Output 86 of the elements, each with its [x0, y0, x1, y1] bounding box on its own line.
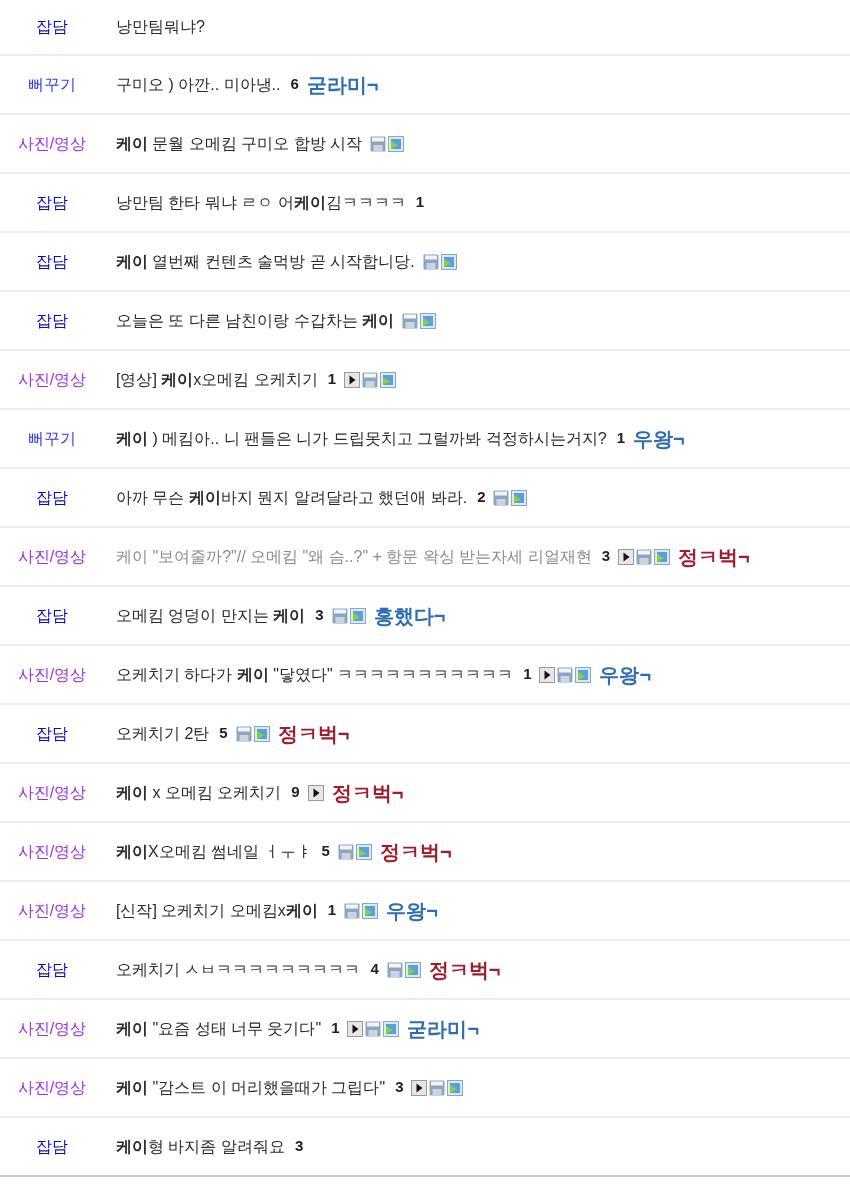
category-label: 사진/영상 — [17, 664, 87, 685]
post-title-link[interactable]: 오메킴 엉덩이 만지는 케이 — [116, 603, 306, 628]
post-title-link[interactable]: 아까 무슨 케이바지 뭔지 알려달라고 했던애 봐라. — [116, 485, 468, 510]
category-label: 사진/영상 — [17, 546, 87, 567]
comment-count: 1 — [523, 664, 532, 685]
category-label: 뻐꾸기 — [28, 74, 76, 95]
play-icon — [618, 548, 634, 565]
nickname-label: 정ㅋ벅¬ — [428, 959, 501, 980]
comment-count: 1 — [327, 369, 337, 390]
image-icon — [654, 548, 670, 565]
nickname-label: 우왕¬ — [386, 900, 438, 921]
comment-count: 1 — [415, 192, 425, 213]
category-label: 사진/영상 — [17, 1018, 87, 1039]
play-icon — [539, 666, 556, 683]
category-label: 뻐꾸기 — [28, 428, 76, 449]
nickname-label: 홍했다¬ — [373, 605, 446, 626]
image-icon — [511, 489, 528, 506]
post-title-link[interactable]: [영상] 케이x오메킴 오케치기 — [116, 367, 318, 392]
category-label: 잡담 — [36, 723, 68, 744]
nickname-label: 우왕¬ — [599, 664, 652, 685]
image-icon — [349, 607, 366, 624]
category-label: 잡담 — [36, 605, 68, 626]
category-label: 잡담 — [36, 1136, 68, 1157]
image-icon — [383, 1020, 400, 1037]
comment-count: 1 — [331, 1018, 340, 1039]
post-title-link[interactable]: 구미오 ) 아깐.. 미아냉.. — [116, 72, 281, 97]
category-label: 잡담 — [36, 959, 68, 980]
category-label: 잡담 — [36, 17, 68, 37]
post-title-link[interactable]: 케이형 바지좀 알려줘요 — [116, 1134, 285, 1159]
post-title-link[interactable]: 오늘은 또 다른 남친이랑 수갑차는 케이 — [116, 308, 395, 333]
post-title-link[interactable]: 케이X오메킴 썸네일 ㅓㅜㅑ — [116, 839, 312, 864]
play-icon — [344, 371, 361, 388]
category-label: 잡담 — [36, 251, 68, 272]
nickname-label: 정ㅋ벅¬ — [277, 723, 350, 744]
comment-count: 3 — [601, 546, 610, 567]
nickname-label: 굳라미¬ — [407, 1018, 480, 1039]
comment-count: 1 — [616, 428, 626, 449]
post-title-link[interactable]: 오케치기 하다가 케이 "닿였다" ㅋㅋㅋㅋㅋㅋㅋㅋㅋㅋㅋ — [116, 662, 514, 687]
play-icon — [307, 784, 324, 801]
post-title-link[interactable]: 케이 열번째 컨텐츠 술먹방 곧 시작합니당. — [116, 249, 415, 274]
category-label: 잡담 — [36, 487, 68, 508]
post-title-link[interactable]: 오케치기 2탄 — [116, 721, 210, 746]
image-icon — [355, 843, 372, 860]
category-label: 사진/영상 — [17, 133, 87, 154]
image-icon — [253, 725, 270, 742]
nickname-label: 굳라미¬ — [306, 74, 379, 95]
image-icon — [380, 371, 397, 388]
comment-count: 3 — [294, 1136, 304, 1157]
image-icon — [362, 902, 379, 919]
nickname-label: 정ㅋ벅¬ — [678, 546, 750, 567]
category-label: 사진/영상 — [17, 782, 87, 803]
post-title-link[interactable]: 오케치기 ㅅㅂㅋㅋㅋㅋㅋㅋㅋㅋㅋ — [116, 957, 361, 982]
comment-count: 3 — [395, 1077, 404, 1098]
post-title-link[interactable]: 케이 ) 메킴아.. 니 팬들은 니가 드립못치고 그럴까봐 걱정하시는거지? — [116, 426, 607, 451]
post-title-link[interactable]: 케이 x 오메킴 오케치기 — [116, 780, 282, 805]
category-label: 사진/영상 — [17, 841, 87, 862]
category-label: 잡담 — [36, 192, 68, 213]
category-label: 사진/영상 — [17, 369, 87, 390]
comment-count: 5 — [321, 841, 330, 862]
post-title-link[interactable]: 케이 "요즘 성태 너무 웃기다" — [116, 1016, 322, 1041]
play-icon — [411, 1079, 428, 1096]
nickname-label: 우왕¬ — [633, 428, 685, 449]
category-label: 사진/영상 — [17, 1077, 87, 1098]
image-icon — [447, 1079, 464, 1096]
post-title-link[interactable]: 낭만팀뭐냐? — [116, 15, 205, 39]
post-title-link[interactable]: [신작] 오케치기 오메킴x케이 — [116, 898, 318, 923]
nickname-label: 정ㅋ벅¬ — [331, 782, 404, 803]
comment-count: 6 — [290, 74, 299, 95]
post-title-link[interactable]: 케이 문월 오메킴 구미오 합방 시작 — [116, 131, 363, 156]
image-icon — [404, 961, 421, 978]
nickname-label: 정ㅋ벅¬ — [379, 841, 452, 862]
comment-count: 5 — [219, 723, 228, 744]
category-label: 잡담 — [36, 310, 68, 331]
category-label: 사진/영상 — [17, 900, 87, 921]
image-icon — [388, 135, 405, 152]
image-icon — [575, 666, 592, 683]
post-title-link[interactable]: 케이 "감스트 이 머리했을때가 그립다" — [116, 1075, 386, 1100]
comment-count: 4 — [370, 959, 379, 980]
comment-count: 3 — [315, 605, 324, 626]
comment-count: 1 — [327, 900, 337, 921]
image-icon — [420, 312, 437, 329]
play-icon — [347, 1020, 364, 1037]
comment-count: 2 — [477, 487, 486, 508]
post-title-link[interactable]: 낭만팀 한타 뭐냐 ㄹㅇ 어케이김ㅋㅋㅋㅋ — [116, 190, 406, 215]
comment-count: 9 — [291, 782, 300, 803]
image-icon — [440, 253, 457, 270]
